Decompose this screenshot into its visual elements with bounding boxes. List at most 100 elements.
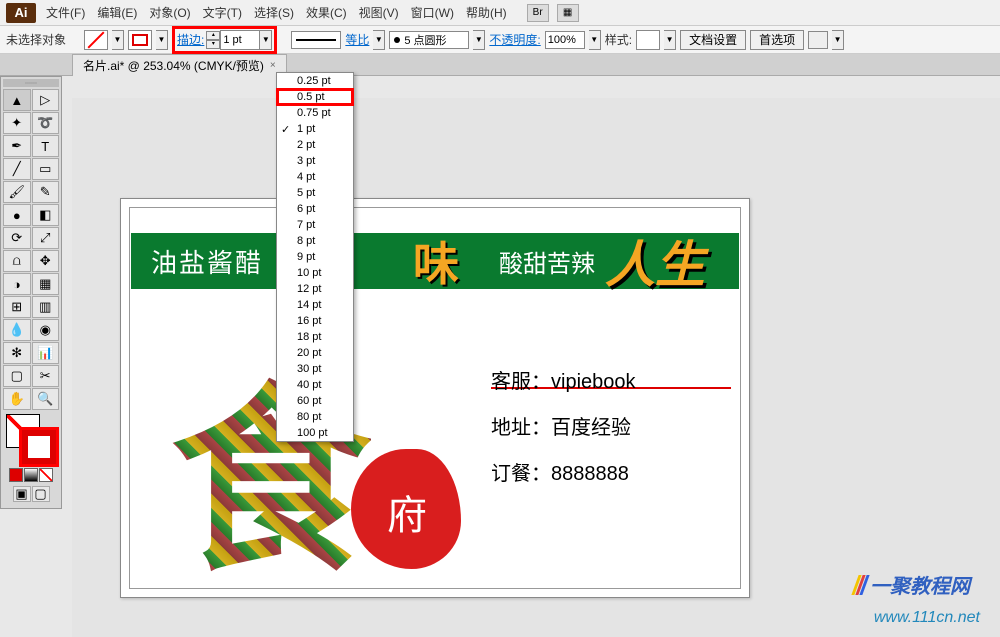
zoom-tool[interactable]: 🔍 [32, 388, 60, 410]
normal-mode-icon[interactable]: ▣ [13, 486, 31, 502]
shape-builder-tool[interactable]: ◑ [3, 273, 31, 295]
type-tool[interactable]: T [32, 135, 60, 157]
stroke-weight-option[interactable]: 100 pt [277, 425, 353, 441]
stroke-weight-option[interactable]: 18 pt [277, 329, 353, 345]
stroke-weight-option[interactable]: 2 pt [277, 137, 353, 153]
stroke-weight-dropdown: 0.25 pt0.5 pt0.75 pt1 pt2 pt3 pt4 pt5 pt… [276, 72, 354, 442]
line-tool[interactable]: ╱ [3, 158, 31, 180]
artboard: 油盐酱醋 味 酸甜苦辣 人生 食 府 客服：vipiebook 地址：百度经验 … [120, 198, 750, 598]
preferences-button[interactable]: 首选项 [750, 30, 804, 50]
style-dropdown-icon[interactable]: ▼ [664, 30, 676, 50]
direct-selection-tool[interactable]: ▷ [32, 89, 60, 111]
blend-tool[interactable]: ◉ [32, 319, 60, 341]
document-title: 名片.ai* @ 253.04% (CMYK/预览) [83, 57, 264, 74]
stroke-weight-option[interactable]: 0.5 pt [277, 89, 353, 105]
stroke-weight-option[interactable]: 1 pt [277, 121, 353, 137]
fill-swatch[interactable] [84, 30, 108, 50]
width-tool[interactable]: ⩍ [3, 250, 31, 272]
band-text-1: 油盐酱醋 [151, 243, 263, 280]
opacity-label[interactable]: 不透明度: [489, 31, 540, 48]
stroke-indicator[interactable] [22, 430, 56, 464]
stroke-weight-option[interactable]: 4 pt [277, 169, 353, 185]
toolbox: ▲▷ ✦➰ ✒T ╱▭ 🖌✎ ●◧ ⟳⤢ ⩍✥ ◑▦ ⊞▥ 💧◉ ✻📊 ▢✂ ✋… [0, 76, 62, 509]
fill-dropdown-icon[interactable]: ▼ [112, 30, 124, 50]
menu-type[interactable]: 文字(T) [203, 4, 242, 21]
eyedropper-tool[interactable]: 💧 [3, 319, 31, 341]
menu-file[interactable]: 文件(F) [46, 4, 85, 21]
profile-dropdown-icon[interactable]: ▼ [373, 30, 385, 50]
stroke-weight-option[interactable]: 10 pt [277, 265, 353, 281]
perspective-tool[interactable]: ▦ [32, 273, 60, 295]
stroke-weight-option[interactable]: 80 pt [277, 409, 353, 425]
pen-tool[interactable]: ✒ [3, 135, 31, 157]
stroke-weight-dropdown-icon[interactable]: ▼ [260, 30, 272, 50]
stroke-weight-option[interactable]: 9 pt [277, 249, 353, 265]
menu-view[interactable]: 视图(V) [359, 4, 399, 21]
gradient-mode-icon[interactable] [24, 468, 38, 482]
none-mode-icon[interactable] [39, 468, 53, 482]
paintbrush-tool[interactable]: 🖌 [3, 181, 31, 203]
free-transform-tool[interactable]: ✥ [32, 250, 60, 272]
close-icon[interactable]: × [270, 60, 276, 71]
stroke-weight-input[interactable] [220, 30, 260, 50]
rotate-tool[interactable]: ⟳ [3, 227, 31, 249]
stroke-dropdown-icon[interactable]: ▼ [156, 30, 168, 50]
eraser-tool[interactable]: ◧ [32, 204, 60, 226]
align-panel-icon[interactable] [808, 31, 828, 49]
stroke-weight-option[interactable]: 40 pt [277, 377, 353, 393]
bridge-icon[interactable]: Br [527, 4, 549, 22]
stroke-swatch[interactable] [128, 30, 152, 50]
lasso-tool[interactable]: ➰ [32, 112, 60, 134]
stroke-weight-option[interactable]: 14 pt [277, 297, 353, 313]
hand-tool[interactable]: ✋ [3, 388, 31, 410]
opacity-input[interactable] [545, 31, 585, 49]
scale-tool[interactable]: ⤢ [32, 227, 60, 249]
stroke-weight-option[interactable]: 8 pt [277, 233, 353, 249]
stroke-weight-option[interactable]: 0.75 pt [277, 105, 353, 121]
menu-effect[interactable]: 效果(C) [306, 4, 347, 21]
align-dropdown-icon[interactable]: ▼ [832, 30, 844, 50]
menu-object[interactable]: 对象(O) [149, 4, 190, 21]
stroke-weight-option[interactable]: 7 pt [277, 217, 353, 233]
mesh-tool[interactable]: ⊞ [3, 296, 31, 318]
rectangle-tool[interactable]: ▭ [32, 158, 60, 180]
doc-setup-button[interactable]: 文档设置 [680, 30, 746, 50]
fullscreen-mode-icon[interactable]: ▢ [32, 486, 50, 502]
document-tab[interactable]: 名片.ai* @ 253.04% (CMYK/预览) × [72, 54, 287, 76]
symbol-sprayer-tool[interactable]: ✻ [3, 342, 31, 364]
fill-stroke-indicator[interactable] [6, 414, 56, 464]
stroke-label[interactable]: 描边: [177, 31, 204, 48]
stroke-weight-option[interactable]: 12 pt [277, 281, 353, 297]
slice-tool[interactable]: ✂ [32, 365, 60, 387]
opacity-dropdown-icon[interactable]: ▼ [589, 30, 601, 50]
arrange-icon[interactable]: ▦ [557, 4, 579, 22]
stroke-weight-option[interactable]: 20 pt [277, 345, 353, 361]
magic-wand-tool[interactable]: ✦ [3, 112, 31, 134]
canvas[interactable]: 油盐酱醋 味 酸甜苦辣 人生 食 府 客服：vipiebook 地址：百度经验 … [72, 98, 1000, 637]
gradient-tool[interactable]: ▥ [32, 296, 60, 318]
toolbox-handle[interactable] [3, 79, 59, 87]
graphic-style-swatch[interactable] [636, 30, 660, 50]
profile-label[interactable]: 等比 [345, 31, 369, 48]
pencil-tool[interactable]: ✎ [32, 181, 60, 203]
menu-help[interactable]: 帮助(H) [466, 4, 507, 21]
stroke-weight-option[interactable]: 6 pt [277, 201, 353, 217]
stroke-weight-option[interactable]: 60 pt [277, 393, 353, 409]
stroke-weight-option[interactable]: 30 pt [277, 361, 353, 377]
color-mode-icon[interactable] [9, 468, 23, 482]
blob-brush-tool[interactable]: ● [3, 204, 31, 226]
stroke-weight-option[interactable]: 16 pt [277, 313, 353, 329]
artboard-tool[interactable]: ▢ [3, 365, 31, 387]
stroke-weight-option[interactable]: 0.25 pt [277, 73, 353, 89]
menu-edit[interactable]: 编辑(E) [97, 4, 137, 21]
menu-window[interactable]: 窗口(W) [411, 4, 454, 21]
brush-definition[interactable]: 5 点圆形 [389, 31, 469, 49]
menu-select[interactable]: 选择(S) [254, 4, 294, 21]
graph-tool[interactable]: 📊 [32, 342, 60, 364]
stroke-stepper[interactable]: ▴▾ [206, 31, 220, 49]
brush-dropdown-icon[interactable]: ▼ [473, 30, 485, 50]
stroke-weight-option[interactable]: 3 pt [277, 153, 353, 169]
stroke-weight-option[interactable]: 5 pt [277, 185, 353, 201]
variable-width-profile[interactable] [291, 31, 341, 49]
selection-tool[interactable]: ▲ [3, 89, 31, 111]
